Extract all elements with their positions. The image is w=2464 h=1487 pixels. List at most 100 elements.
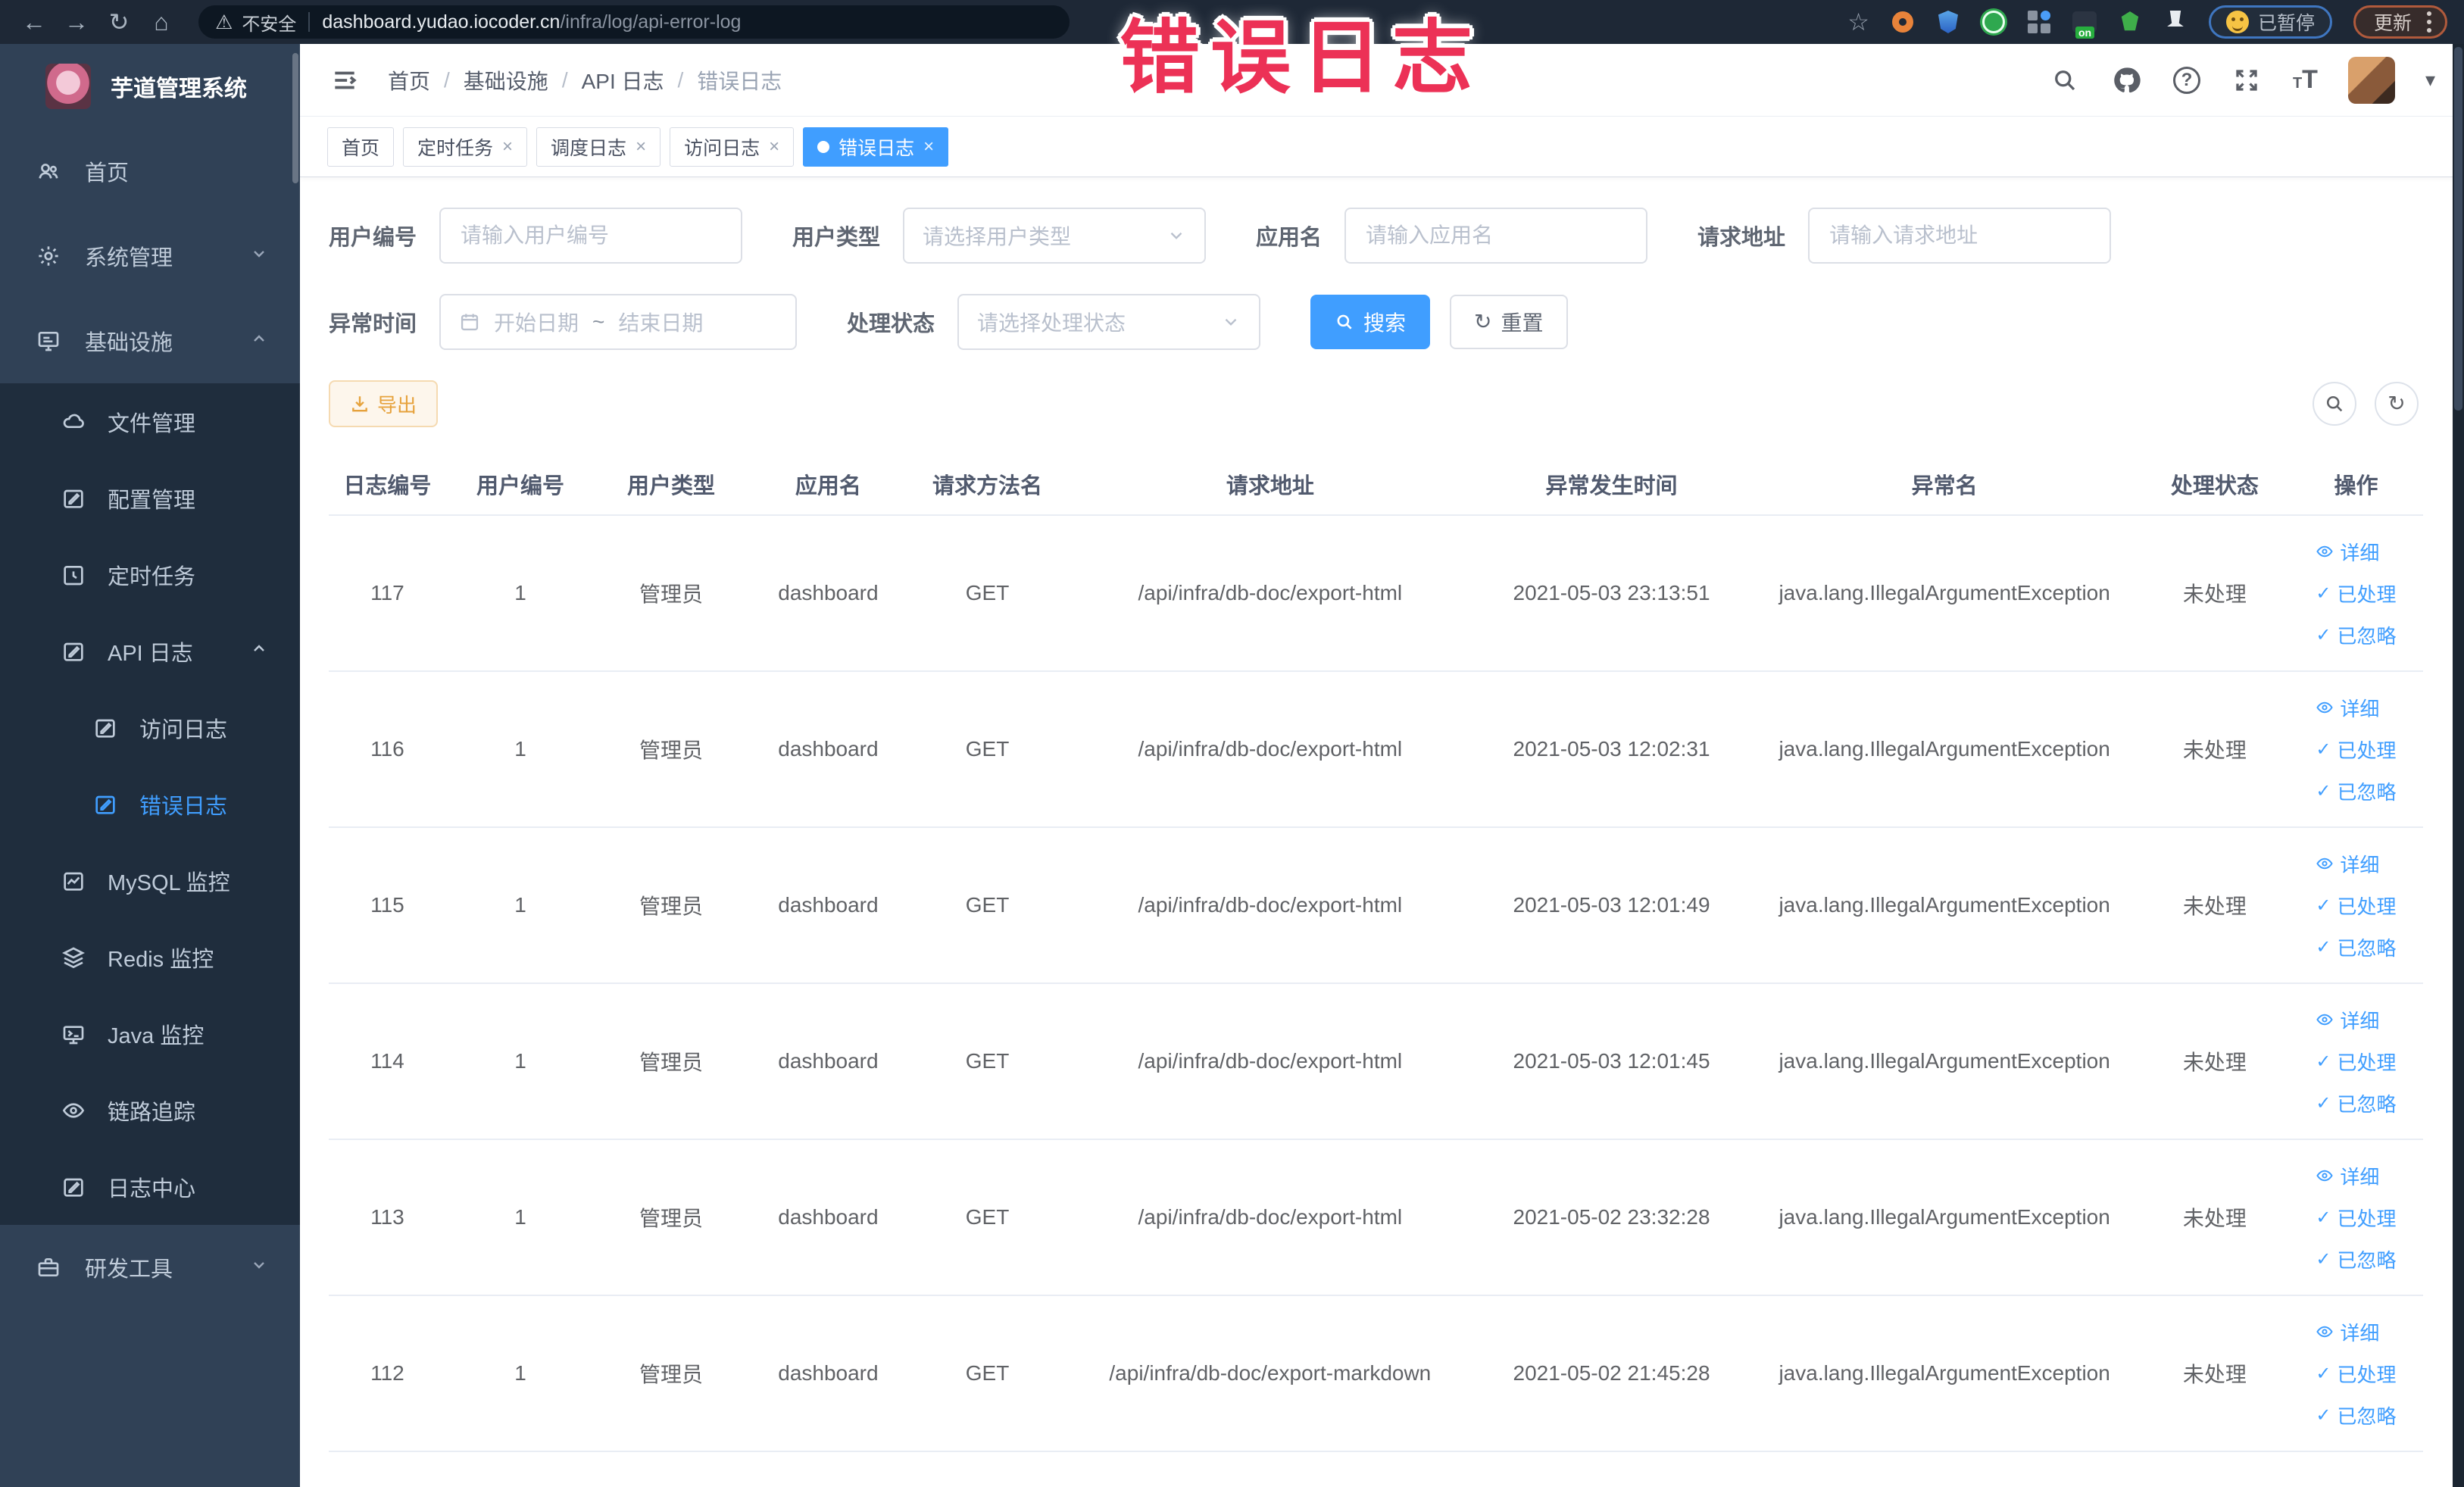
tab-home[interactable]: 首页 (327, 127, 395, 167)
extension-icon-green-circle[interactable] (1982, 10, 2006, 34)
sidebar-item-error-log[interactable]: 错误日志 (0, 766, 300, 842)
breadcrumb-item[interactable]: 首页 (388, 65, 430, 95)
url-path: /infra/log/api-error-log (560, 11, 742, 33)
mark-processed-link[interactable]: ✓ 已处理 (2316, 1048, 2396, 1076)
close-icon[interactable]: × (502, 136, 513, 158)
extensions-pin-icon[interactable] (2163, 10, 2188, 34)
sidebar-item-java-monitor[interactable]: Java 监控 (0, 995, 300, 1072)
toolbox-icon (35, 1254, 62, 1281)
sidebar-scrollbar-thumb[interactable] (292, 53, 298, 183)
app-logo-row[interactable]: 芋道管理系统 (0, 44, 300, 129)
search-button[interactable]: 搜索 (1310, 295, 1431, 349)
sidebar-item-log-center[interactable]: 日志中心 (0, 1148, 300, 1225)
profile-paused-chip[interactable]: 已暂停 (2208, 5, 2332, 39)
eye-icon (2316, 545, 2334, 558)
mark-processed-link[interactable]: ✓ 已处理 (2316, 892, 2396, 920)
mark-processed-link[interactable]: ✓ 已处理 (2316, 579, 2396, 608)
sidebar-item-trace[interactable]: 链路追踪 (0, 1072, 300, 1148)
user-type-select[interactable]: 请选择用户类型 (903, 208, 1207, 264)
exception-time-range-picker[interactable]: 开始日期 ~ 结束日期 (439, 294, 798, 350)
app-name-input-wrap (1344, 208, 1648, 264)
detail-link[interactable]: 详细 (2316, 1162, 2379, 1190)
sidebar-item-mysql-monitor[interactable]: MySQL 监控 (0, 842, 300, 919)
help-icon[interactable]: ? (2172, 66, 2200, 94)
tab-schedule-log[interactable]: 调度日志 × (536, 127, 661, 167)
sidebar-item-access-log[interactable]: 访问日志 (0, 689, 300, 766)
browser-back-icon[interactable]: ← (17, 5, 52, 39)
tab-scheduled-jobs[interactable]: 定时任务 × (403, 127, 528, 167)
search-icon[interactable] (2049, 64, 2081, 96)
toggle-search-button[interactable] (2313, 382, 2356, 426)
close-icon[interactable]: × (923, 136, 934, 158)
security-warning-icon[interactable]: ⚠ (215, 11, 233, 34)
browser-menu-icon[interactable] (2427, 11, 2431, 33)
mark-ignored-link[interactable]: ✓ 已忽略 (2316, 1401, 2396, 1429)
request-url-input[interactable] (1828, 223, 2092, 248)
extension-icon-grid[interactable] (2027, 10, 2051, 34)
mark-ignored-link[interactable]: ✓ 已忽略 (2316, 621, 2396, 649)
tab-error-log[interactable]: 错误日志 × (803, 127, 949, 167)
text-size-icon[interactable]: TT (2293, 65, 2318, 95)
bookmark-star-icon[interactable]: ☆ (1847, 8, 1869, 36)
avatar[interactable] (2347, 56, 2395, 104)
extension-icon-sprout[interactable] (2118, 10, 2142, 34)
check-icon: ✓ (2316, 1363, 2331, 1384)
sidebar-item-infrastructure[interactable]: 基础设施 (0, 298, 300, 383)
export-button[interactable]: 导出 (329, 380, 439, 427)
browser-forward-icon[interactable]: → (59, 5, 94, 39)
eye-icon (2316, 701, 2334, 714)
user-id-input[interactable] (459, 223, 723, 248)
calendar-icon (461, 314, 479, 331)
mark-ignored-link[interactable]: ✓ 已忽略 (2316, 1245, 2396, 1273)
breadcrumb-item[interactable]: 基础设施 (464, 65, 548, 95)
detail-link[interactable]: 详细 (2316, 538, 2379, 566)
sidebar-item-scheduled-jobs[interactable]: 定时任务 (0, 536, 300, 613)
table-row: 117 1 管理员 dashboard GET /api/infra/db-do… (329, 515, 2423, 672)
browser-reload-icon[interactable]: ↻ (101, 5, 136, 39)
refresh-table-button[interactable]: ↻ (2375, 382, 2419, 426)
refresh-icon: ↻ (1474, 310, 1492, 333)
chevron-down-icon[interactable]: ▾ (2425, 68, 2435, 92)
sidebar-item-redis-monitor[interactable]: Redis 监控 (0, 919, 300, 995)
sidebar-item-api-log[interactable]: API 日志 (0, 613, 300, 689)
mark-ignored-link[interactable]: ✓ 已忽略 (2316, 1089, 2396, 1117)
detail-link[interactable]: 详细 (2316, 1318, 2379, 1346)
github-icon[interactable] (2111, 64, 2143, 96)
close-icon[interactable]: × (769, 136, 779, 158)
sidebar-item-label: 基础设施 (85, 331, 173, 355)
scrollbar-thumb[interactable] (2454, 47, 2462, 411)
error-log-table: 日志编号 用户编号 用户类型 应用名 请求方法名 请求地址 异常发生时间 异常名… (329, 453, 2423, 1452)
table-row: 115 1 管理员 dashboard GET /api/infra/db-do… (329, 827, 2423, 984)
mark-processed-link[interactable]: ✓ 已处理 (2316, 1204, 2396, 1232)
chrome-update-button[interactable]: 更新 (2353, 5, 2447, 39)
mark-processed-link[interactable]: ✓ 已处理 (2316, 736, 2396, 764)
breadcrumb-current: 错误日志 (697, 69, 782, 93)
reset-button[interactable]: ↻ 重置 (1450, 295, 1568, 349)
sidebar-item-file-management[interactable]: 文件管理 (0, 383, 300, 460)
refresh-icon: ↻ (2387, 392, 2406, 415)
sidebar-item-system[interactable]: 系统管理 (0, 214, 300, 298)
detail-link[interactable]: 详细 (2316, 694, 2379, 722)
detail-link[interactable]: 详细 (2316, 1006, 2379, 1034)
mark-processed-link[interactable]: ✓ 已处理 (2316, 1360, 2396, 1388)
detail-link[interactable]: 详细 (2316, 850, 2379, 878)
tab-access-log[interactable]: 访问日志 × (670, 127, 795, 167)
sidebar-item-home[interactable]: 首页 (0, 129, 300, 214)
mark-ignored-link[interactable]: ✓ 已忽略 (2316, 933, 2396, 961)
eye-icon (2316, 1170, 2334, 1182)
mark-ignored-link[interactable]: ✓ 已忽略 (2316, 777, 2396, 805)
browser-home-icon[interactable]: ⌂ (144, 5, 179, 39)
close-icon[interactable]: × (636, 136, 646, 158)
breadcrumb-item[interactable]: API 日志 (582, 65, 664, 95)
page-scrollbar[interactable] (2453, 44, 2464, 1487)
address-bar[interactable]: ⚠ 不安全 dashboard.yudao.iocoder.cn /infra/… (198, 5, 1070, 39)
extension-icon-blue-shield[interactable] (1936, 10, 1960, 34)
sidebar-item-devtools[interactable]: 研发工具 (0, 1225, 300, 1310)
app-name-input[interactable] (1364, 223, 1629, 248)
extension-icon-on-switch[interactable]: on (2072, 10, 2097, 39)
extension-icon-orange-ring[interactable] (1891, 10, 1915, 34)
sidebar-item-config-management[interactable]: 配置管理 (0, 460, 300, 536)
fullscreen-icon[interactable] (2231, 64, 2263, 96)
process-status-select[interactable]: 请选择处理状态 (957, 294, 1261, 350)
hamburger-icon[interactable] (329, 64, 361, 96)
